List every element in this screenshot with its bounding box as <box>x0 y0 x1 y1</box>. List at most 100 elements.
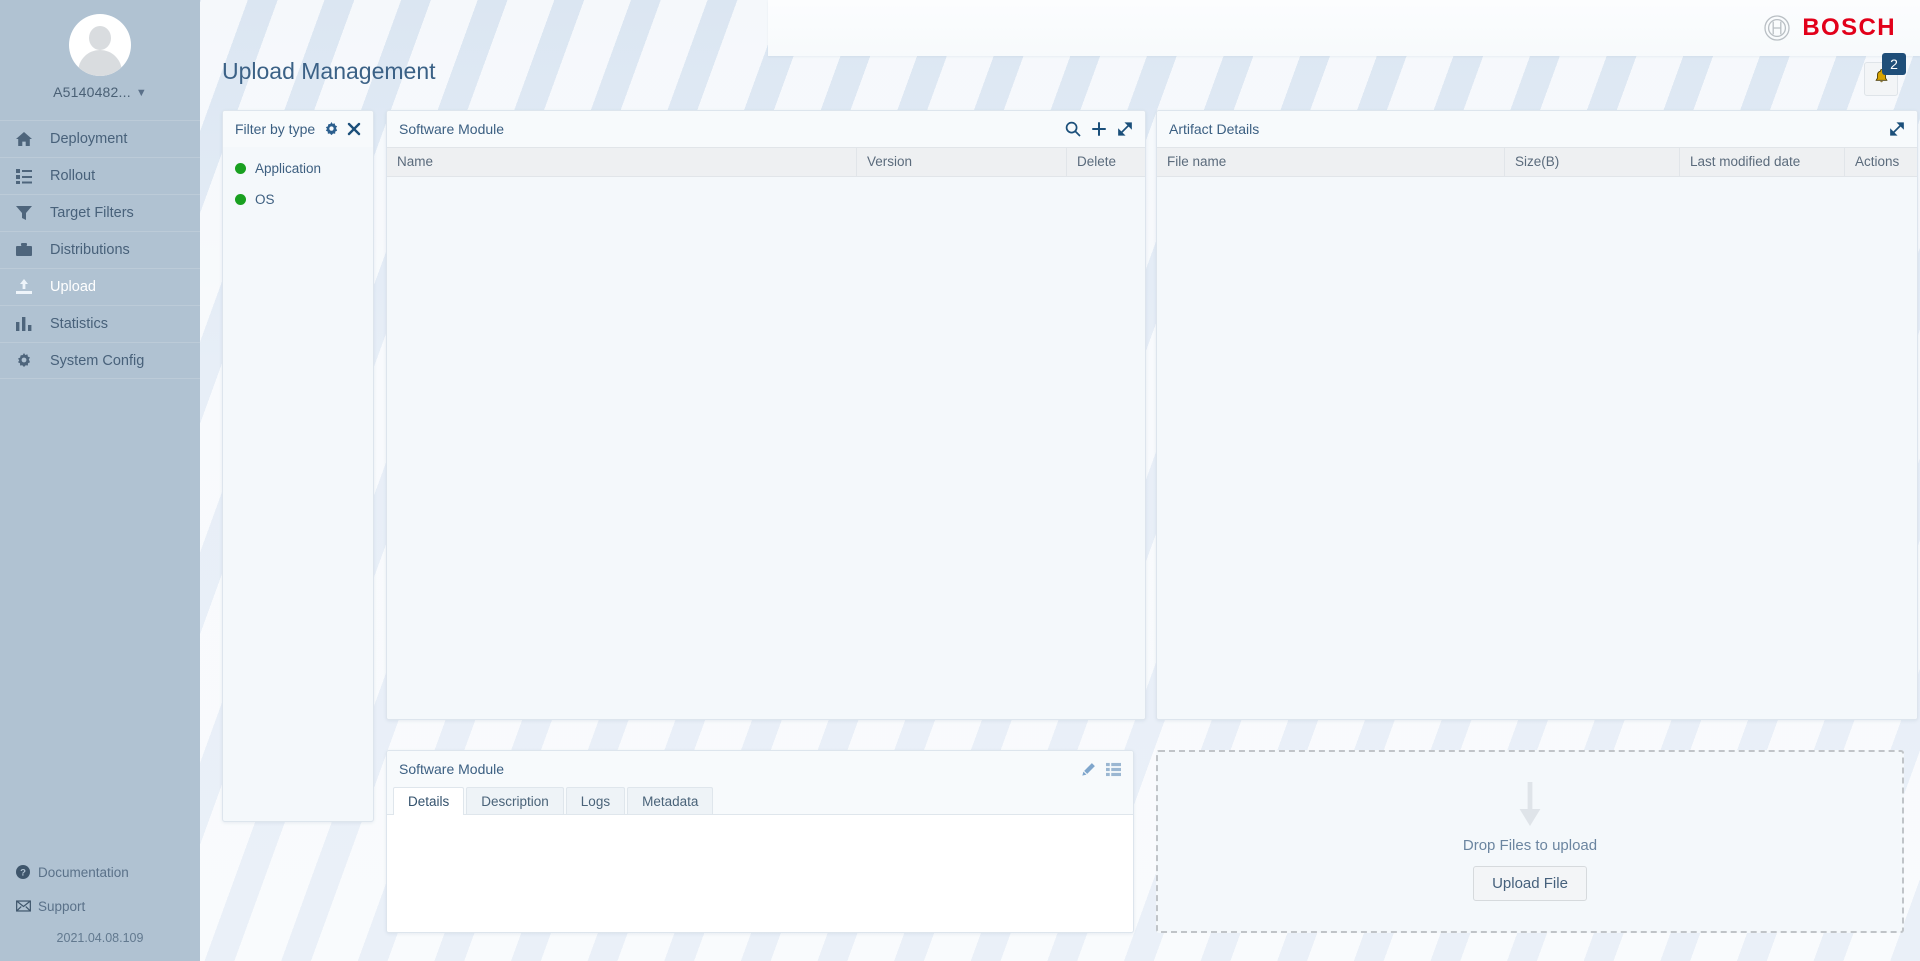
search-icon[interactable] <box>1065 121 1081 137</box>
briefcase-icon <box>16 242 42 258</box>
sidebar-item-statistics[interactable]: Statistics <box>0 305 200 342</box>
artifact-details-panel: Artifact Details File name Size(B) Last … <box>1156 110 1918 720</box>
bosch-wordmark: BOSCH <box>1802 14 1896 41</box>
avatar-body-shape <box>78 50 122 76</box>
sidebar-item-upload[interactable]: Upload <box>0 268 200 305</box>
software-module-details-panel: Software Module Details Description Logs… <box>386 750 1134 933</box>
software-module-actions <box>1065 121 1133 137</box>
artifact-details-table-header: File name Size(B) Last modified date Act… <box>1157 147 1917 177</box>
software-module-details-tabs: Details Description Logs Metadata <box>387 787 1133 815</box>
sidebar-item-system-config[interactable]: System Config <box>0 342 200 379</box>
filter-item-application[interactable]: Application <box>223 153 373 184</box>
software-module-details-actions <box>1081 762 1121 777</box>
sidebar-footer-label: Support <box>38 898 86 914</box>
sidebar-item-label: System Config <box>50 352 145 369</box>
bosch-anchor-icon <box>1764 15 1790 41</box>
software-module-header: Software Module <box>387 111 1145 147</box>
column-header-size[interactable]: Size(B) <box>1505 147 1680 177</box>
status-dot-icon <box>235 194 246 205</box>
sidebar-item-label: Target Filters <box>50 205 134 221</box>
sidebar-item-rollout[interactable]: Rollout <box>0 157 200 194</box>
column-header-actions[interactable]: Actions <box>1845 147 1917 177</box>
arrow-down-icon <box>1517 782 1543 833</box>
software-module-details-header: Software Module <box>387 751 1133 787</box>
sidebar-item-label: Distributions <box>50 242 130 258</box>
software-module-table-header: Name Version Delete <box>387 147 1145 177</box>
filter-by-type-panel: Filter by type Application OS <box>222 110 374 822</box>
artifact-details-header: Artifact Details <box>1157 111 1917 147</box>
list-lines-icon[interactable] <box>1106 762 1121 777</box>
upload-dropzone[interactable]: Drop Files to upload Upload File <box>1156 750 1904 933</box>
gear-icon <box>16 352 42 369</box>
close-icon[interactable] <box>347 122 361 136</box>
question-circle-icon: ? <box>16 865 38 879</box>
column-header-version[interactable]: Version <box>857 147 1067 177</box>
username-label: A5140482... <box>53 84 131 100</box>
artifact-details-actions <box>1889 121 1905 137</box>
tab-logs[interactable]: Logs <box>565 787 626 814</box>
dropzone-text: Drop Files to upload <box>1462 837 1598 854</box>
tab-metadata[interactable]: Metadata <box>627 787 714 814</box>
avatar-head-shape <box>89 26 111 50</box>
user-menu[interactable]: A5140482... ▼ <box>0 84 200 100</box>
status-dot-icon <box>235 163 246 174</box>
filter-item-os[interactable]: OS <box>223 184 373 215</box>
sidebar-item-label: Upload <box>50 279 96 295</box>
sidebar-item-label: Statistics <box>50 316 109 332</box>
funnel-icon <box>16 205 42 221</box>
svg-text:?: ? <box>20 868 26 879</box>
user-block[interactable]: A5140482... ▼ <box>0 0 200 110</box>
sidebar-item-distributions[interactable]: Distributions <box>0 231 200 268</box>
avatar <box>69 14 131 76</box>
software-module-panel: Software Module Name Version Delete <box>386 110 1146 720</box>
notification-badge: 2 <box>1882 53 1906 75</box>
sidebar-item-target-filters[interactable]: Target Filters <box>0 194 200 231</box>
page-title: Upload Management <box>222 58 436 84</box>
filter-item-label: Application <box>255 161 322 176</box>
list-icon <box>16 168 42 184</box>
notification-control[interactable]: 2 <box>1864 53 1906 96</box>
column-header-last-modified-date[interactable]: Last modified date <box>1680 147 1845 177</box>
artifact-details-table-body <box>1157 177 1917 719</box>
software-module-table-body <box>387 177 1145 719</box>
tab-panel-content <box>387 815 1133 932</box>
filter-panel-actions <box>324 121 361 137</box>
envelope-icon <box>16 900 38 912</box>
filter-list: Application OS <box>223 147 373 215</box>
gear-icon[interactable] <box>324 121 339 137</box>
sidebar-footer: ? Documentation Support 2021.04.08.109 <box>0 855 200 961</box>
sidebar-footer-label: Documentation <box>38 864 129 880</box>
sidebar-item-label: Deployment <box>50 131 128 147</box>
upload-icon <box>16 279 42 295</box>
main-content: BOSCH Upload Management 2 Filter by type <box>200 0 1920 961</box>
brand-bar: BOSCH <box>768 0 1920 56</box>
expand-diagonal-icon[interactable] <box>1889 121 1905 137</box>
chevron-down-icon: ▼ <box>135 87 147 99</box>
artifact-details-title: Artifact Details <box>1169 121 1260 137</box>
home-icon <box>16 131 42 147</box>
column-header-delete[interactable]: Delete <box>1067 147 1145 177</box>
filter-panel-title: Filter by type <box>235 121 316 137</box>
sidebar-item-label: Rollout <box>50 168 96 184</box>
software-module-details-title: Software Module <box>399 761 505 777</box>
tab-details[interactable]: Details <box>393 787 465 815</box>
bosch-logo: BOSCH <box>1764 14 1896 42</box>
app-version: 2021.04.08.109 <box>56 931 144 945</box>
filter-panel-header: Filter by type <box>223 111 373 147</box>
sidebar: A5140482... ▼ Deployment Rollout Target … <box>0 0 200 961</box>
pencil-icon[interactable] <box>1081 762 1096 777</box>
sidebar-item-support[interactable]: Support <box>0 889 200 923</box>
column-header-name[interactable]: Name <box>387 147 857 177</box>
app-root: A5140482... ▼ Deployment Rollout Target … <box>0 0 1920 961</box>
sidebar-item-documentation[interactable]: ? Documentation <box>0 855 200 889</box>
column-header-file-name[interactable]: File name <box>1157 147 1505 177</box>
sidebar-item-deployment[interactable]: Deployment <box>0 120 200 157</box>
filter-item-label: OS <box>255 192 275 207</box>
plus-icon[interactable] <box>1091 121 1107 137</box>
expand-diagonal-icon[interactable] <box>1117 121 1133 137</box>
bar-chart-icon <box>16 316 42 332</box>
upload-file-button[interactable]: Upload File <box>1473 866 1587 901</box>
sidebar-nav: Deployment Rollout Target Filters Distri… <box>0 120 200 379</box>
tab-description[interactable]: Description <box>466 787 564 814</box>
